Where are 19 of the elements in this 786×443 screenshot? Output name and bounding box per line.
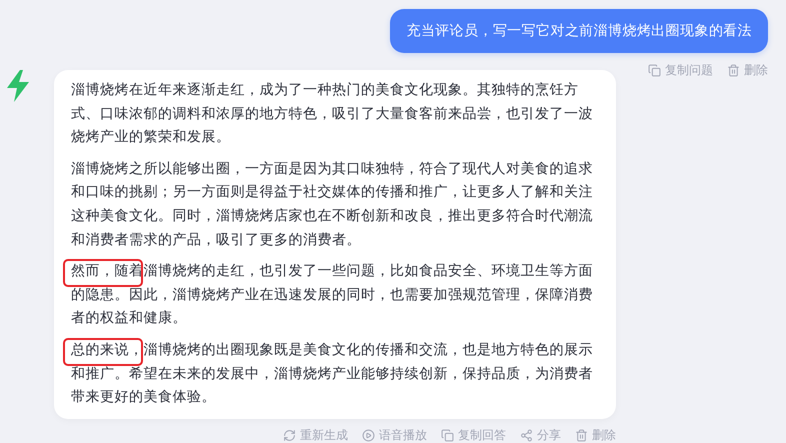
answer-paragraph: 淄博烧烤之所以能够出圈，一方面是因为其口味独特，符合了现代人对美食的追求和口味的挑剔；另一方面则是得益于社交媒体的传播和推广，让更多人了解和关注这种美食文化。同时，淄博烧烤店家也在不断创新和改良，推出更多符合时代潮流和消费者需求的产品，吸引了更多的消费者。 <box>71 160 594 250</box>
copy-button[interactable]: 复制回答 <box>441 426 506 443</box>
play-button[interactable]: 语音播放 <box>362 426 427 443</box>
trash-icon <box>575 428 588 442</box>
delete-button[interactable]: 删除 <box>727 62 768 79</box>
share-button[interactable]: 分享 <box>520 426 561 443</box>
copy-icon <box>441 428 454 442</box>
lightning-icon <box>5 70 31 102</box>
play-icon <box>362 428 375 442</box>
answer-paragraph: 总的来说，淄博烧烤的出圈现象既是美食文化的传播和交流，也是地方特色的展示和推广。希望在未来的发展中，淄博烧烤产业能够持续创新，保持品质，为消费者带来更好的美食体验。 <box>71 338 602 410</box>
copy-icon <box>648 64 661 77</box>
delete-button[interactable]: 删除 <box>575 426 616 443</box>
refresh-icon <box>283 428 296 442</box>
regenerate-button[interactable]: 重新生成 <box>283 426 348 443</box>
answer-paragraph: 淄博烧烤在近年来逐渐走红，成为了一种热门的美食文化现象。其独特的烹饪方式、口味浓郁的调料和浓厚的地方特色，吸引了大量食客前来品尝，也引发了一波烧烤产业的繁荣和发展。 <box>71 81 594 148</box>
question-bubble: 充当评论员，写一写它对之前淄博烧烤出圈现象的看法 <box>390 9 768 53</box>
trash-icon <box>727 64 740 77</box>
share-icon <box>520 428 533 442</box>
copy-button[interactable]: 复制问题 <box>648 62 713 79</box>
